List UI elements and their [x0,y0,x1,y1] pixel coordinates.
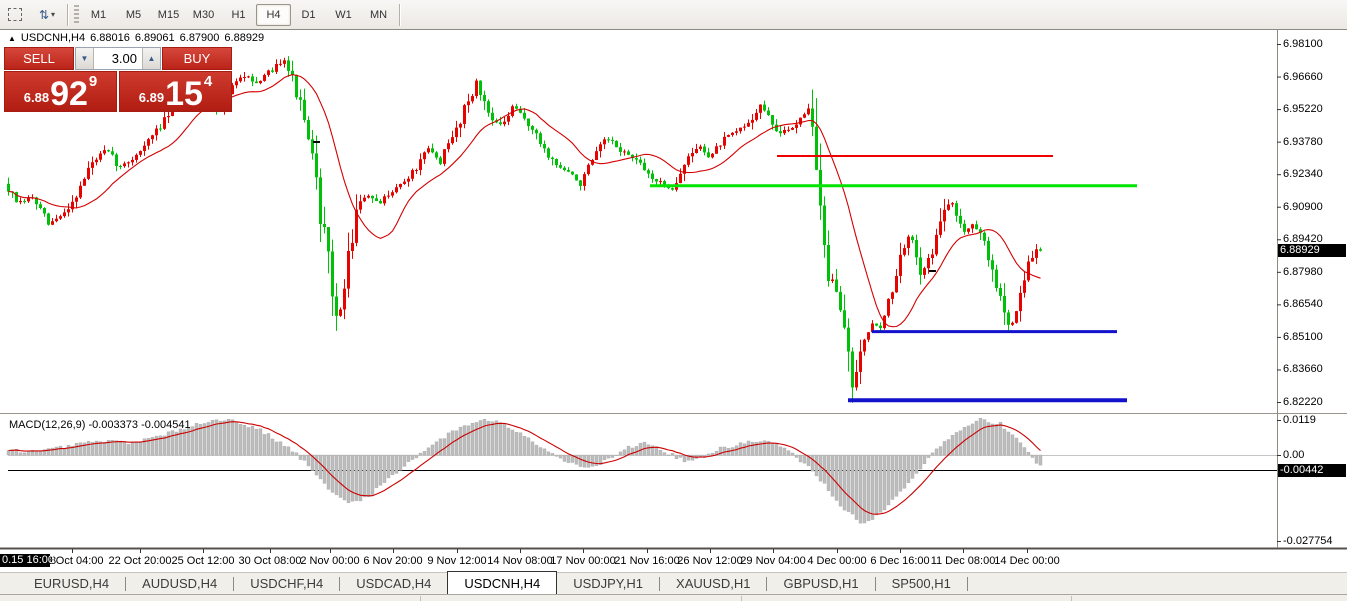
price-axis-tick: 6.86540 [1283,298,1323,310]
timeframe-button-h1[interactable]: H1 [221,4,256,26]
trading-terminal-window: ⇅ ▾ M1M5M15M30H1H4D1W1MN ▲ USDCNH,H4 6.8… [0,0,1347,601]
chart-tab-bar: EURUSD,H4AUDUSD,H4USDCHF,H4USDCAD,H4USDC… [0,572,1347,594]
time-axis-tick: 6 Nov 20:00 [363,555,422,567]
timeframe-button-m1[interactable]: M1 [81,4,116,26]
status-bar [0,594,1347,601]
time-axis-tick: 26 Nov 12:00 [677,555,742,567]
price-axis-tick: 6.93780 [1283,136,1323,148]
buy-price-sup: 4 [204,73,212,90]
time-axis-tick: 17 Nov 00:00 [550,555,615,567]
statusbar-divider [741,596,742,601]
chart-tab-gbpusd[interactable]: GBPUSD,H1 [767,573,874,594]
time-axis-tick: 22 Oct 20:00 [109,555,172,567]
timeframe-button-d1[interactable]: D1 [291,4,326,26]
price-axis-tick: 6.95220 [1283,103,1323,115]
high-value: 6.89061 [135,32,175,44]
price-axis-tick: 6.96660 [1283,71,1323,83]
time-axis-tick: 30 Oct 08:00 [239,555,302,567]
time-axis-tick: 14 Nov 08:00 [487,555,552,567]
toolbar: ⇅ ▾ M1M5M15M30H1H4D1W1MN [0,0,1347,30]
time-axis-tick: 25 Oct 12:00 [172,555,235,567]
price-axis-tick: 6.82220 [1283,396,1323,408]
buy-price-small: 6.89 [139,90,164,105]
crosshair-time-badge: 0.15 16:00 [0,554,50,567]
chart-tab-usdcnh[interactable]: USDCNH,H4 [447,571,557,594]
dropdown-caret-icon: ▾ [51,10,55,19]
price-axis-tick: 6.92340 [1283,168,1323,180]
timeframe-button-mn[interactable]: MN [361,4,396,26]
chart-window: ▲ USDCNH,H4 6.88016 6.89061 6.87900 6.88… [0,30,1347,572]
chart-tab-sp500[interactable]: SP500,H1 [876,573,967,594]
chart-arrow-icon: ▲ [8,34,16,43]
chart-tab-xauusd[interactable]: XAUUSD,H1 [660,573,766,594]
chart-tab-usdcad[interactable]: USDCAD,H4 [340,573,447,594]
volume-decrease-button[interactable]: ▼ [76,48,94,69]
statusbar-divider [420,596,421,601]
chart-tab-usdjpy[interactable]: USDJPY,H1 [557,573,659,594]
timeframe-button-h4[interactable]: H4 [256,4,291,26]
volume-field[interactable]: 3.00 [94,48,142,69]
open-value: 6.88016 [90,32,130,44]
selection-box-icon[interactable] [3,4,27,26]
volume-stepper: ▼ 3.00 ▲ [75,47,161,70]
time-axis-tick: 21 Nov 16:00 [614,555,679,567]
sell-price-big: 92 [50,80,88,109]
macd-indicator-label: MACD(12,26,9) -0.003373 -0.004541 [9,419,191,431]
arrange-windows-button[interactable]: ⇅ ▾ [30,4,64,26]
time-axis-tick: 6 Dec 16:00 [870,555,929,567]
chart-tab-usdchf[interactable]: USDCHF,H4 [234,573,339,594]
price-axis-tick: 6.85100 [1283,331,1323,343]
macd-axis-tick: 0.00 [1283,449,1304,461]
timeframe-button-m30[interactable]: M30 [186,4,221,26]
time-axis-tick: 11 Dec 08:00 [931,555,996,567]
macd-axis-tick: -0.027754 [1283,535,1333,547]
timeframe-button-m5[interactable]: M5 [116,4,151,26]
sell-button[interactable]: SELL [4,47,74,70]
ohlc-header: ▲ USDCNH,H4 6.88016 6.89061 6.87900 6.88… [8,32,264,44]
time-axis-tick: 4 Dec 00:00 [807,555,866,567]
chart-tab-audusd[interactable]: AUDUSD,H4 [126,573,233,594]
current-price-badge: 6.88929 [1278,244,1346,257]
tab-divider [967,577,968,591]
close-value: 6.88929 [224,32,264,44]
toolbar-separator-end [399,4,401,26]
time-axis-tick: 29 Nov 04:00 [740,555,805,567]
timeframe-button-m15[interactable]: M15 [151,4,186,26]
sell-price-sup: 9 [89,73,97,90]
toolbar-separator [67,4,69,26]
buy-price-box[interactable]: 6.89 15 4 [119,71,232,112]
chart-tab-eurusd[interactable]: EURUSD,H4 [18,573,125,594]
sell-price-small: 6.88 [24,90,49,105]
low-value: 6.87900 [180,32,220,44]
macd-axis-tick: 0.0119 [1283,414,1316,426]
time-axis-tick: 2 Nov 00:00 [300,555,359,567]
volume-increase-button[interactable]: ▲ [142,48,160,69]
symbol-period-label: USDCNH,H4 [21,32,85,44]
statusbar-divider [1071,596,1072,601]
toolbar-grip[interactable] [74,5,79,25]
one-click-trading-panel: SELL ▼ 3.00 ▲ BUY 6.88 92 9 6.89 15 4 [4,47,232,112]
price-axis-tick: 6.98100 [1283,38,1323,50]
selection-box-glyph [8,8,22,21]
macd-value-badge: -0.00442 [1278,464,1346,477]
timeframe-button-w1[interactable]: W1 [326,4,361,26]
price-axis-tick: 6.87980 [1283,266,1323,278]
sell-price-box[interactable]: 6.88 92 9 [4,71,117,112]
price-axis-tick: 6.90900 [1283,201,1323,213]
time-axis-tick: 14 Dec 00:00 [994,555,1059,567]
price-axis-tick: 6.83660 [1283,363,1323,375]
sort-arrows-icon: ⇅ [39,9,49,21]
buy-price-big: 15 [165,80,203,109]
buy-button[interactable]: BUY [162,47,232,70]
time-axis-tick: 9 Nov 12:00 [427,555,486,567]
